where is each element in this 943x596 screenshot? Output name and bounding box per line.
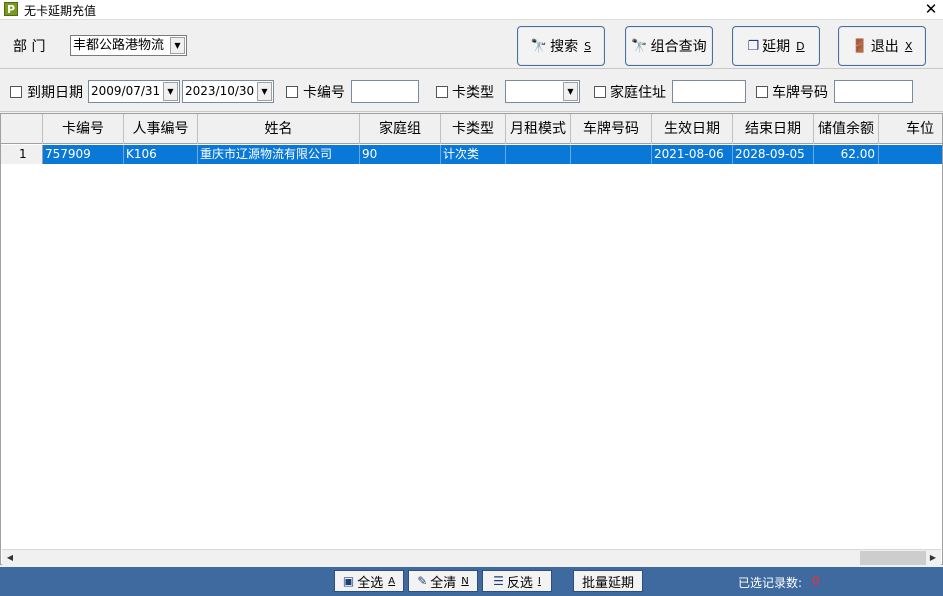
header-card-no[interactable]: 卡编号 bbox=[43, 114, 124, 144]
address-input[interactable] bbox=[672, 80, 746, 103]
expire-date-checkbox[interactable] bbox=[10, 86, 22, 98]
app-icon: P bbox=[4, 2, 18, 16]
dept-select[interactable]: 丰都公路港物流 ▼ bbox=[70, 35, 187, 56]
cell-family-group[interactable]: 90 bbox=[360, 145, 441, 164]
selected-count-label: 已选记录数: bbox=[738, 576, 803, 590]
invert-selection-key: I bbox=[537, 575, 541, 587]
invert-selection-button[interactable]: ☰ 反选 I bbox=[482, 570, 552, 592]
list-icon: ☰ bbox=[493, 574, 504, 588]
title-bar: P 无卡延期充值 ✕ bbox=[0, 0, 943, 20]
date-from-value: 2009/07/31 bbox=[91, 84, 161, 98]
extend-button-key: D bbox=[796, 39, 805, 53]
cell-card-type[interactable]: 计次类 bbox=[441, 145, 506, 164]
clear-all-button[interactable]: ✎ 全清 N bbox=[408, 570, 478, 592]
select-all-button[interactable]: ▣ 全选 A bbox=[334, 570, 404, 592]
plate-input[interactable] bbox=[834, 80, 913, 103]
toolbar: 部 门 丰都公路港物流 ▼ 🔭 搜索 S 🔭 组合查询 ❐ 延期 D 🚪 退出 … bbox=[0, 22, 943, 68]
header-balance[interactable]: 储值余额 bbox=[814, 114, 879, 144]
header-end-date[interactable]: 结束日期 bbox=[733, 114, 814, 144]
header-parking-space[interactable]: 车位 bbox=[879, 114, 942, 144]
search-button-key: S bbox=[584, 39, 592, 53]
filter-bar: 到期日期 2009/07/31 ▼ 2023/10/30 ▼ 卡编号 卡类型 ▼… bbox=[0, 68, 943, 112]
chevron-down-icon[interactable]: ▼ bbox=[257, 82, 272, 101]
invert-selection-label: 反选 bbox=[506, 575, 533, 591]
cell-balance[interactable]: 62.00 bbox=[814, 145, 879, 164]
address-checkbox[interactable] bbox=[594, 86, 606, 98]
scroll-thumb[interactable] bbox=[860, 551, 926, 565]
select-all-key: A bbox=[388, 575, 396, 587]
exit-button-key: X bbox=[904, 39, 913, 53]
cell-name[interactable]: 重庆市辽源物流有限公司 bbox=[198, 145, 360, 164]
header-monthly-mode[interactable]: 月租模式 bbox=[506, 114, 571, 144]
close-icon[interactable]: ✕ bbox=[923, 0, 939, 18]
binoculars-icon: 🔭 bbox=[631, 38, 648, 54]
scroll-left-icon[interactable]: ◀ bbox=[2, 550, 18, 566]
chevron-down-icon[interactable]: ▼ bbox=[170, 37, 185, 54]
plate-checkbox[interactable] bbox=[756, 86, 768, 98]
card-type-select[interactable]: ▼ bbox=[505, 80, 580, 103]
horizontal-scrollbar[interactable]: ◀ ▶ bbox=[2, 549, 941, 566]
extend-button[interactable]: ❐ 延期 D bbox=[732, 26, 820, 66]
grid-header: 卡编号 人事编号 姓名 家庭组 卡类型 月租模式 车牌号码 生效日期 结束日期 … bbox=[1, 114, 942, 144]
copy-icon: ❐ bbox=[747, 38, 760, 54]
header-family-group[interactable]: 家庭组 bbox=[360, 114, 441, 144]
combined-query-button[interactable]: 🔭 组合查询 bbox=[625, 26, 713, 66]
select-all-label: 全选 bbox=[357, 575, 384, 591]
scroll-right-icon[interactable]: ▶ bbox=[925, 550, 941, 566]
records-grid[interactable]: 卡编号 人事编号 姓名 家庭组 卡类型 月租模式 车牌号码 生效日期 结束日期 … bbox=[0, 113, 943, 565]
eraser-icon: ✎ bbox=[417, 574, 428, 588]
cell-plate[interactable] bbox=[571, 145, 652, 164]
header-card-type[interactable]: 卡类型 bbox=[441, 114, 506, 144]
cell-monthly-mode[interactable] bbox=[506, 145, 571, 164]
table-row[interactable]: 1 757909 K106 重庆市辽源物流有限公司 90 计次类 2021-08… bbox=[1, 145, 942, 164]
expire-date-label: 到期日期 bbox=[27, 85, 83, 101]
header-staff-no[interactable]: 人事编号 bbox=[124, 114, 198, 144]
header-name[interactable]: 姓名 bbox=[198, 114, 360, 144]
date-from-picker[interactable]: 2009/07/31 ▼ bbox=[88, 80, 180, 103]
card-no-checkbox[interactable] bbox=[286, 86, 298, 98]
cell-end-date[interactable]: 2028-09-05 bbox=[733, 145, 814, 164]
card-no-label: 卡编号 bbox=[303, 85, 345, 101]
extend-button-label: 延期 bbox=[762, 39, 791, 55]
cell-start-date[interactable]: 2021-08-06 bbox=[652, 145, 733, 164]
select-all-icon: ▣ bbox=[342, 574, 355, 588]
batch-extend-button[interactable]: 批量延期 bbox=[573, 570, 643, 592]
cell-card-no[interactable]: 757909 bbox=[43, 145, 124, 164]
dept-label: 部 门 bbox=[13, 39, 46, 55]
cell-parking-space[interactable] bbox=[879, 145, 942, 164]
address-label: 家庭住址 bbox=[610, 85, 666, 101]
clear-all-label: 全清 bbox=[430, 575, 457, 591]
chevron-down-icon[interactable]: ▼ bbox=[163, 82, 178, 101]
search-button[interactable]: 🔭 搜索 S bbox=[517, 26, 605, 66]
batch-extend-label: 批量延期 bbox=[581, 575, 634, 591]
card-no-input[interactable] bbox=[351, 80, 419, 103]
exit-button[interactable]: 🚪 退出 X bbox=[838, 26, 926, 66]
date-to-picker[interactable]: 2023/10/30 ▼ bbox=[182, 80, 274, 103]
date-to-value: 2023/10/30 bbox=[185, 84, 255, 98]
exit-button-label: 退出 bbox=[870, 39, 899, 55]
search-button-label: 搜索 bbox=[550, 39, 579, 55]
binoculars-icon: 🔭 bbox=[530, 38, 548, 54]
cell-staff-no[interactable]: K106 bbox=[124, 145, 198, 164]
plate-label: 车牌号码 bbox=[772, 85, 828, 101]
card-type-checkbox[interactable] bbox=[436, 86, 448, 98]
header-plate[interactable]: 车牌号码 bbox=[571, 114, 652, 144]
status-bar: ▣ 全选 A ✎ 全清 N ☰ 反选 I 批量延期 已选记录数: 0 bbox=[0, 567, 943, 596]
card-type-label: 卡类型 bbox=[452, 85, 494, 101]
exit-door-icon: 🚪 bbox=[851, 38, 868, 54]
chevron-down-icon[interactable]: ▼ bbox=[563, 82, 578, 101]
window-title: 无卡延期充值 bbox=[24, 4, 97, 18]
combined-query-button-label: 组合查询 bbox=[650, 39, 707, 55]
dept-select-value: 丰都公路港物流 bbox=[73, 38, 165, 53]
header-corner bbox=[1, 114, 43, 144]
row-number: 1 bbox=[1, 145, 43, 164]
selected-count-value: 0 bbox=[812, 574, 820, 588]
clear-all-key: N bbox=[461, 575, 469, 587]
header-start-date[interactable]: 生效日期 bbox=[652, 114, 733, 144]
